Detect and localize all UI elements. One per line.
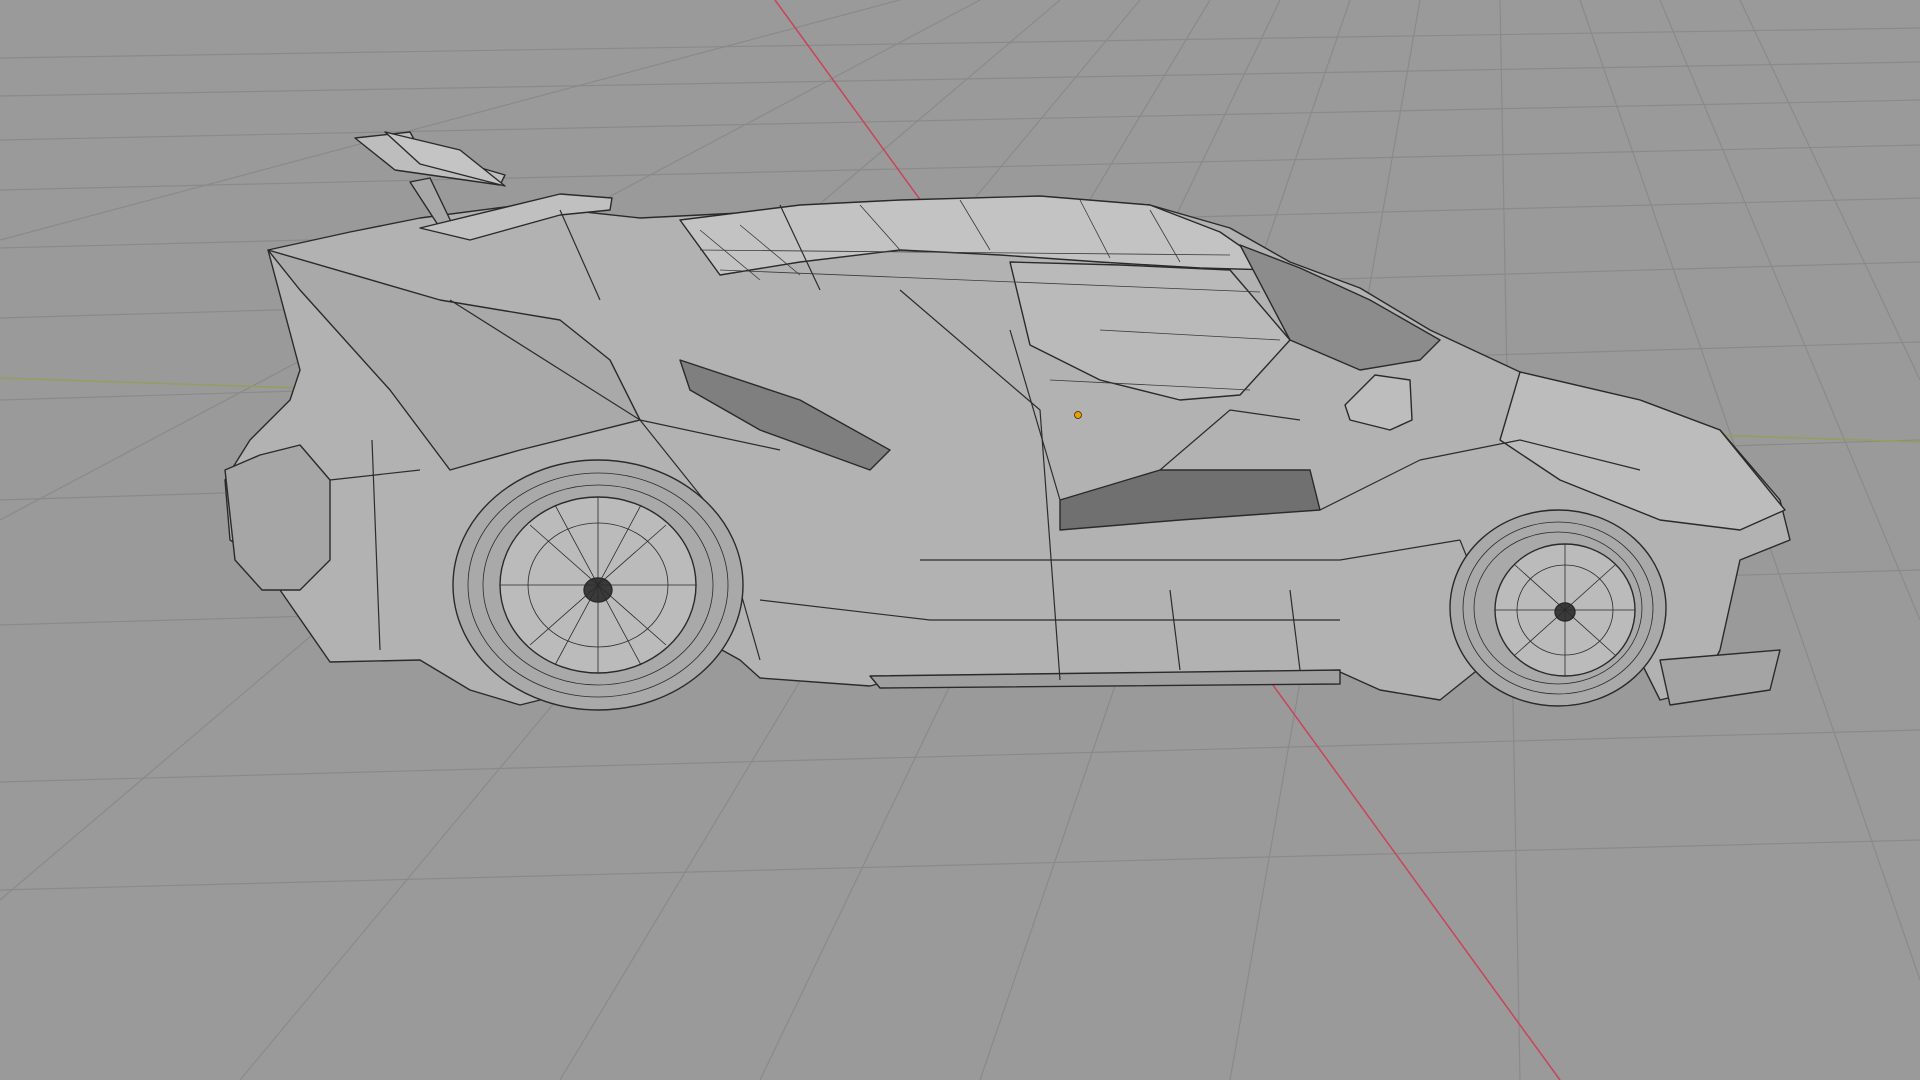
- grid-line: [0, 144, 1920, 191]
- rear-wheel: [452, 459, 744, 711]
- viewport-scene[interactable]: [0, 0, 1920, 1080]
- grid-line: [0, 99, 1920, 141]
- car-mesh-object[interactable]: [224, 131, 1791, 711]
- front-splitter: [1659, 649, 1781, 706]
- object-origin-point[interactable]: [1074, 411, 1082, 419]
- grid-line: [0, 61, 1920, 97]
- rear-bumper: [224, 444, 331, 591]
- front-wheel: [1449, 509, 1667, 707]
- grid-line: [0, 729, 1920, 783]
- 3d-viewport[interactable]: [0, 0, 1920, 1080]
- grid-line: [0, 27, 1920, 59]
- grid-line: [1739, 0, 1920, 381]
- grid-line: [0, 839, 1920, 891]
- grid-line: [0, 0, 901, 241]
